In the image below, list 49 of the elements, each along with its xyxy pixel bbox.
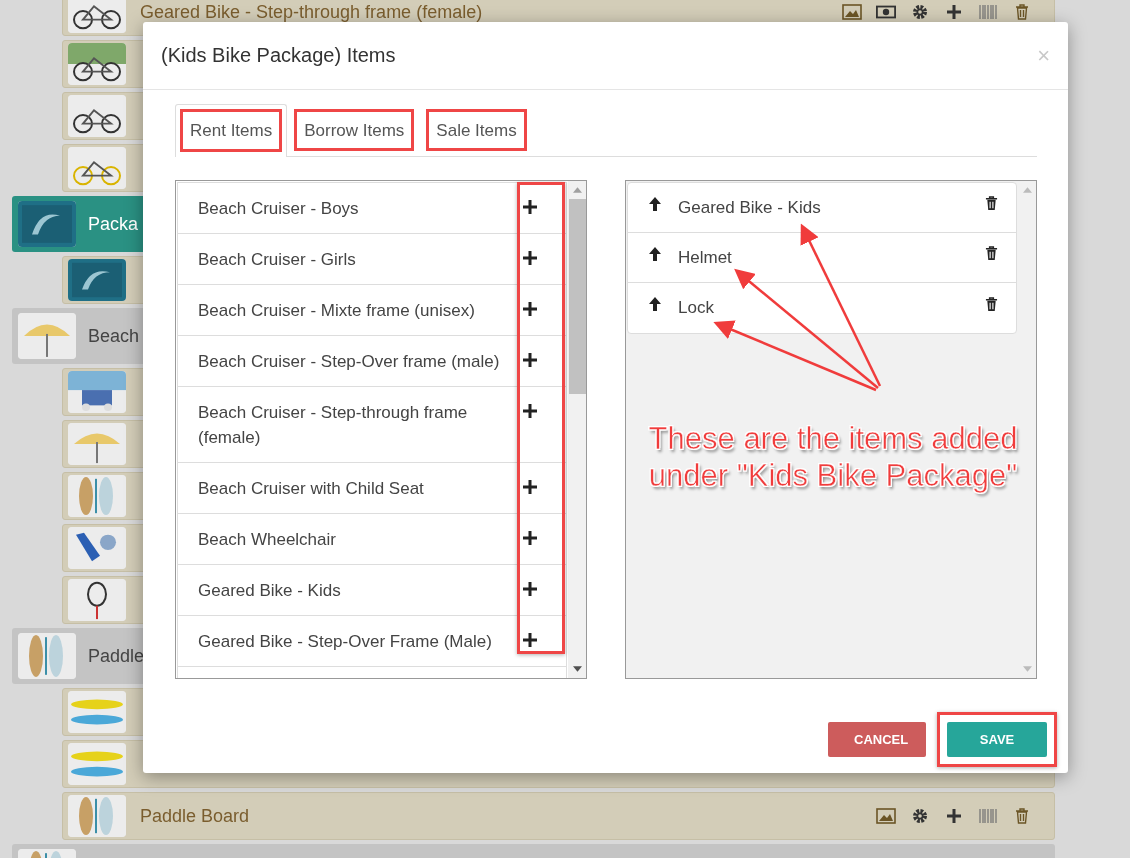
item-name: Packa bbox=[88, 213, 139, 235]
item-name: Geared Bike - Kids bbox=[198, 580, 342, 602]
settings-icon[interactable] bbox=[910, 4, 930, 20]
plus-icon[interactable] bbox=[944, 4, 964, 20]
item-name: Beach bbox=[88, 325, 140, 347]
arrow-up-icon[interactable] bbox=[648, 195, 662, 212]
plus-icon[interactable] bbox=[523, 633, 537, 647]
image-icon[interactable] bbox=[842, 4, 862, 20]
banknote-icon[interactable] bbox=[876, 4, 896, 20]
trash-icon[interactable] bbox=[985, 246, 998, 261]
plus-icon[interactable] bbox=[523, 480, 537, 494]
tab[interactable]: Sale Items bbox=[421, 104, 532, 156]
plus-icon[interactable] bbox=[523, 531, 537, 545]
trash-icon[interactable] bbox=[985, 196, 998, 211]
callout-text: These are the items added under "Kids Bike Package" bbox=[648, 420, 1018, 494]
settings-icon[interactable] bbox=[910, 808, 930, 824]
item-name: Beach Cruiser - Girls bbox=[198, 249, 357, 271]
item-name: Beach Wheelchair bbox=[198, 529, 337, 551]
item-name: Geared Bike - Step-through frame (female) bbox=[140, 1, 483, 23]
arrow-up-icon[interactable] bbox=[648, 296, 662, 312]
scroll-down-icon[interactable] bbox=[572, 666, 582, 672]
dialog-title: (Kids Bike Package) Items bbox=[161, 44, 396, 67]
plus-icon[interactable] bbox=[523, 353, 537, 367]
item-name: Beach Cruiser - Step-Over frame (male) bbox=[198, 351, 501, 373]
item-name: Beach Cruiser - Step-through frame (female) bbox=[198, 402, 469, 449]
plus-icon[interactable] bbox=[523, 251, 537, 265]
scrollbar[interactable] bbox=[568, 181, 586, 678]
tab[interactable]: Rent Items bbox=[175, 104, 288, 157]
plus-icon[interactable] bbox=[523, 200, 537, 214]
plus-icon[interactable] bbox=[523, 582, 537, 596]
item-name: Beach Cruiser - Mixte frame (unisex) bbox=[198, 300, 476, 322]
item-name: Paddle bbox=[88, 645, 145, 667]
plus-icon[interactable] bbox=[944, 808, 964, 824]
image-icon[interactable] bbox=[876, 808, 896, 824]
item-name: Geared Bike - Kids bbox=[678, 197, 822, 218]
item-name: Helmet bbox=[678, 247, 733, 268]
item-name: Lock bbox=[678, 298, 715, 318]
item-name: Paddle Board bbox=[140, 805, 250, 827]
item-name: Beach Cruiser - Boys bbox=[198, 198, 360, 220]
tab[interactable]: Borrow Items bbox=[289, 104, 420, 156]
trash-icon[interactable] bbox=[985, 296, 998, 312]
plus-icon[interactable] bbox=[523, 404, 537, 418]
item-name: Beach Cruiser with Child Seat bbox=[198, 478, 425, 500]
item-name: Geared Bike - Step-Over Frame (Male) bbox=[198, 631, 493, 653]
save-button[interactable]: SAVE bbox=[947, 722, 1047, 757]
cancel-button[interactable]: CANCEL bbox=[828, 722, 926, 757]
plus-icon[interactable] bbox=[523, 302, 537, 316]
list-row[interactable]: Paddle Board bbox=[62, 792, 1055, 840]
arrow-up-icon[interactable] bbox=[648, 245, 662, 262]
